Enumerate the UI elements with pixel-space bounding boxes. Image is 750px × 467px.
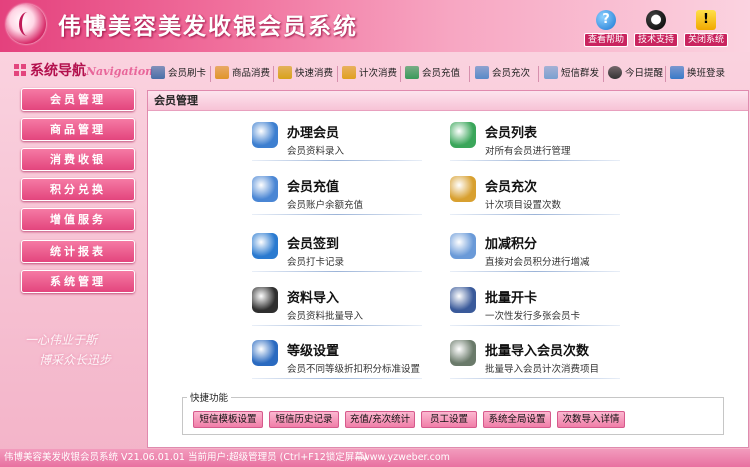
- qq-penguin-icon: ●: [646, 10, 666, 30]
- toolbar-sms-broadcast[interactable]: 短信群发: [544, 65, 599, 83]
- nav-item-report[interactable]: 统计报表: [21, 240, 135, 263]
- warning-icon: !: [696, 10, 716, 30]
- nav-item-member[interactable]: 会员管理: [21, 88, 135, 111]
- quick-recharge-stats-button[interactable]: 充值/充次统计: [345, 411, 415, 428]
- nav-item-service[interactable]: 增值服务: [21, 208, 135, 231]
- card-level-settings[interactable]: 等级设置 会员不同等级折扣积分标准设置: [252, 340, 422, 382]
- level-user-icon: [252, 340, 278, 366]
- card-member-list[interactable]: 会员列表 对所有会员进行管理: [450, 122, 620, 164]
- points-icon: [450, 233, 476, 259]
- recharge-times-icon: [475, 66, 489, 79]
- card-batch-open-card[interactable]: 批量开卡 一次性发行多张会员卡: [450, 287, 620, 329]
- recharge-icon: [405, 66, 419, 79]
- close-system-button[interactable]: ! 关闭系统: [684, 10, 728, 47]
- batch-import-icon: [450, 340, 476, 366]
- logo-icon: [6, 4, 46, 44]
- status-info: 伟博美容美发收银会员系统 V21.06.01.01 当前用户:超级管理员 (Ct…: [4, 452, 368, 463]
- panel-title: 会员管理: [148, 91, 748, 111]
- shopping-icon: [215, 66, 229, 79]
- card-member-recharge[interactable]: 会员充值 会员账户余额充值: [252, 176, 422, 218]
- toolbar: 会员刷卡 商品消费 快速消费 计次消费 会员充值 会员充次 短信群发 今日提醒: [147, 62, 747, 86]
- sms-icon: [544, 66, 558, 79]
- card-data-import[interactable]: 资料导入 会员资料批量导入: [252, 287, 422, 329]
- nav-item-product[interactable]: 商品管理: [21, 118, 135, 141]
- app-window: 伟博美容美发收银会员系统 ? 查看帮助 ● 技术支持 ! 关闭系统 系统导航Na…: [0, 0, 750, 467]
- login-icon: [670, 66, 684, 79]
- fast-pay-icon: [278, 66, 292, 79]
- status-bar: 伟博美容美发收银会员系统 V21.06.01.01 当前用户:超级管理员 (Ct…: [0, 449, 750, 467]
- toolbar-shift-login[interactable]: 换班登录: [670, 65, 725, 83]
- nav-item-system[interactable]: 系统管理: [21, 270, 135, 293]
- help-icon: ?: [596, 10, 616, 30]
- card-batch-import-times[interactable]: 批量导入会员次数 批量导入会员计次消费项目: [450, 340, 620, 382]
- card-adjust-points[interactable]: 加减积分 直接对会员积分进行增减: [450, 233, 620, 275]
- quick-global-settings-button[interactable]: 系统全局设置: [483, 411, 551, 428]
- toolbar-count-consume[interactable]: 计次消费: [342, 65, 397, 83]
- main-panel: 会员管理 办理会员 会员资料录入 会员列表 对所有会员进行管理 会员充值 会员账…: [147, 90, 749, 448]
- card-reader-icon: [151, 66, 165, 79]
- quick-functions: 快捷功能 短信模板设置 短信历史记录 充值/充次统计 员工设置 系统全局设置 次…: [182, 390, 724, 435]
- recharge-times-icon: [450, 176, 476, 202]
- signin-icon: [252, 233, 278, 259]
- card-member-recharge-times[interactable]: 会员充次 计次项目设置次数: [450, 176, 620, 218]
- clock-icon: [608, 66, 622, 79]
- quick-sms-template-button[interactable]: 短信模板设置: [193, 411, 263, 428]
- quick-functions-label: 快捷功能: [187, 390, 232, 404]
- quick-staff-settings-button[interactable]: 员工设置: [421, 411, 477, 428]
- card-add-member[interactable]: 办理会员 会员资料录入: [252, 122, 422, 164]
- batch-card-icon: [450, 287, 476, 313]
- count-icon: [342, 66, 356, 79]
- nav-item-points[interactable]: 积分兑换: [21, 178, 135, 201]
- support-button[interactable]: ● 技术支持: [634, 10, 678, 47]
- laptop-import-icon: [252, 287, 278, 313]
- recharge-icon: [252, 176, 278, 202]
- toolbar-member-recharge-times[interactable]: 会员充次: [475, 65, 530, 83]
- toolbar-today-reminder[interactable]: 今日提醒: [608, 65, 663, 83]
- quick-sms-history-button[interactable]: 短信历史记录: [269, 411, 339, 428]
- add-member-icon: [252, 122, 278, 148]
- toolbar-member-recharge[interactable]: 会员充值: [405, 65, 460, 83]
- quick-import-details-button[interactable]: 次数导入详情: [557, 411, 625, 428]
- card-member-signin[interactable]: 会员签到 会员打卡记录: [252, 233, 422, 275]
- member-list-icon: [450, 122, 476, 148]
- toolbar-goods-consume[interactable]: 商品消费: [215, 65, 270, 83]
- app-title: 伟博美容美发收银会员系统: [58, 13, 358, 40]
- status-website: www.yzweber.com: [362, 452, 450, 463]
- slogan: 一心伟业于斯 博采众长迅步: [25, 333, 112, 367]
- help-button[interactable]: ? 查看帮助: [584, 10, 628, 47]
- nav-item-checkout[interactable]: 消费收银: [21, 148, 135, 171]
- grid-icon: [14, 64, 26, 76]
- toolbar-quick-consume[interactable]: 快速消费: [278, 65, 333, 83]
- header: 伟博美容美发收银会员系统 ? 查看帮助 ● 技术支持 ! 关闭系统: [0, 0, 750, 52]
- nav-title: 系统导航Navigation: [30, 63, 154, 79]
- toolbar-member-swipe[interactable]: 会员刷卡: [151, 65, 206, 83]
